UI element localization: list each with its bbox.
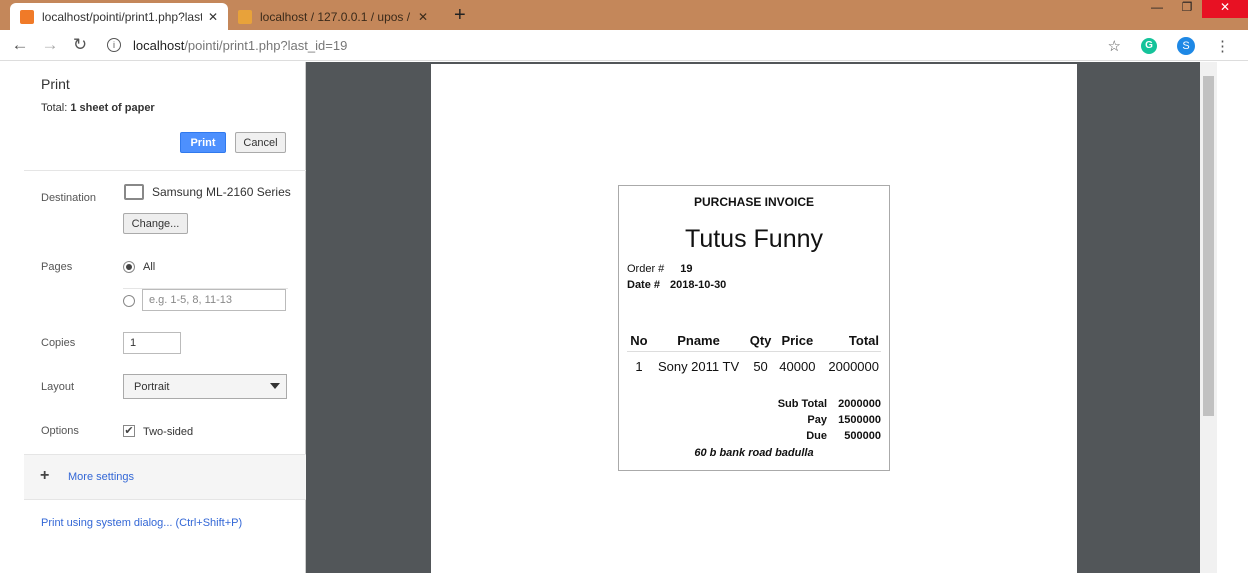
destination-label: Destination — [41, 192, 97, 204]
address-bar: ← → ↻ i localhost/pointi/print1.php?last… — [0, 30, 1248, 61]
subtotal-label: Sub Total — [777, 398, 827, 410]
due-label: Due — [806, 430, 827, 442]
col-pname: Pname — [650, 330, 747, 352]
scrollbar-thumb[interactable] — [1203, 76, 1214, 416]
panel-title: Print — [41, 76, 70, 92]
pages-custom-radio[interactable] — [123, 295, 135, 307]
url-path: /pointi/print1.php?last_id=19 — [184, 37, 348, 53]
more-settings-link[interactable]: More settings — [68, 471, 134, 483]
options-label: Options — [41, 425, 79, 437]
order-value: 19 — [680, 263, 693, 275]
more-settings-row[interactable]: + More settings — [24, 454, 306, 500]
close-tab-icon[interactable]: ✕ — [208, 10, 218, 24]
pay-label: Pay — [807, 414, 827, 426]
invoice-address: 60 b bank road badulla — [694, 447, 814, 459]
invoice: PURCHASE INVOICE Tutus Funny Order # 19 D… — [618, 185, 890, 471]
cell-qty: 50 — [753, 359, 768, 374]
bookmark-star-icon[interactable]: ☆ — [1108, 37, 1121, 55]
forward-icon[interactable]: → — [35, 35, 65, 55]
print-settings-panel: Print Total: 1 sheet of paper Print Canc… — [24, 62, 306, 573]
pages-label: Pages — [41, 261, 73, 273]
plus-icon: + — [40, 467, 50, 484]
two-sided-label: Two-sided — [143, 426, 194, 438]
new-tab-button[interactable]: + — [454, 4, 466, 27]
cell-price: 40000 — [779, 359, 816, 374]
order-label: Order # — [627, 263, 665, 275]
back-icon[interactable]: ← — [5, 35, 35, 55]
pay-value: 1500000 — [838, 414, 881, 426]
phpmyadmin-favicon-icon — [238, 9, 252, 24]
due-value: 500000 — [844, 430, 881, 442]
copies-input[interactable]: 1 — [123, 332, 181, 354]
cell-no: 1 — [635, 359, 643, 374]
minimize-icon[interactable]: — — [1142, 0, 1172, 18]
change-destination-button[interactable]: Change... — [123, 213, 188, 234]
grammarly-icon[interactable]: G — [1141, 38, 1157, 54]
print-button[interactable]: Print — [180, 132, 226, 153]
print-preview: PURCHASE INVOICE Tutus Funny Order # 19 D… — [306, 62, 1248, 584]
close-window-icon[interactable]: ✕ — [1202, 0, 1248, 18]
pages-range-input[interactable]: e.g. 1-5, 8, 11-13 — [142, 289, 286, 311]
pages-all-label: All — [143, 261, 156, 273]
dropdown-arrow-icon — [270, 383, 280, 389]
col-total: Total — [819, 330, 881, 352]
cell-total: 2000000 — [828, 359, 879, 374]
layout-label: Layout — [41, 381, 75, 393]
layout-value: Portrait — [134, 381, 170, 393]
close-tab-icon[interactable]: ✕ — [418, 10, 428, 24]
tab-phpmyadmin[interactable]: localhost / 127.0.0.1 / upos / pro ✕ — [228, 3, 438, 30]
preview-scrollbar[interactable] — [1200, 62, 1217, 573]
xampp-favicon-icon — [20, 9, 34, 24]
col-qty: Qty — [746, 330, 775, 352]
pages-all-radio[interactable] — [123, 261, 135, 273]
table-header: No Pname Qty Price Total — [627, 330, 881, 352]
items-table: No Pname Qty Price Total 1 Sony 2011 TV … — [627, 330, 881, 381]
url-host: localhost — [133, 37, 185, 53]
layout-select[interactable]: Portrait — [123, 374, 287, 399]
two-sided-checkbox[interactable]: ✔ — [123, 425, 135, 437]
total-value: 1 sheet of paper — [70, 102, 155, 114]
url-input[interactable]: localhost/pointi/print1.php?last_id=19 — [133, 38, 347, 53]
destination-value: Samsung ML-2160 Series — [152, 185, 291, 199]
table-row: 1 Sony 2011 TV 50 40000 2000000 — [627, 352, 881, 382]
tab-strip: localhost/pointi/print1.php?last_ ✕ loca… — [0, 0, 1248, 30]
info-icon[interactable]: i — [107, 38, 121, 52]
copies-label: Copies — [41, 337, 76, 349]
tab-title: localhost/pointi/print1.php?last_ — [42, 9, 202, 24]
printer-icon — [124, 184, 144, 200]
col-no: No — [627, 330, 651, 352]
customer-name: Tutus Funny — [684, 225, 824, 253]
subtotal-value: 2000000 — [838, 398, 881, 410]
total-label: Total: — [41, 102, 68, 114]
date-value: 2018-10-30 — [670, 279, 727, 291]
invoice-heading: PURCHASE INVOICE — [693, 195, 815, 209]
system-dialog-link[interactable]: Print using system dialog... (Ctrl+Shift… — [41, 517, 242, 529]
col-price: Price — [774, 330, 820, 352]
menu-icon[interactable]: ⋮ — [1215, 37, 1230, 55]
cancel-button[interactable]: Cancel — [235, 132, 286, 153]
tab-title: localhost / 127.0.0.1 / upos / pro — [260, 9, 412, 24]
profile-avatar[interactable]: S — [1177, 37, 1195, 55]
restore-icon[interactable]: ❐ — [1172, 0, 1202, 18]
cell-pname: Sony 2011 TV — [657, 359, 740, 374]
date-label: Date # — [627, 279, 661, 291]
tab-print1[interactable]: localhost/pointi/print1.php?last_ ✕ — [10, 3, 228, 30]
reload-icon[interactable]: ↻ — [65, 35, 95, 55]
